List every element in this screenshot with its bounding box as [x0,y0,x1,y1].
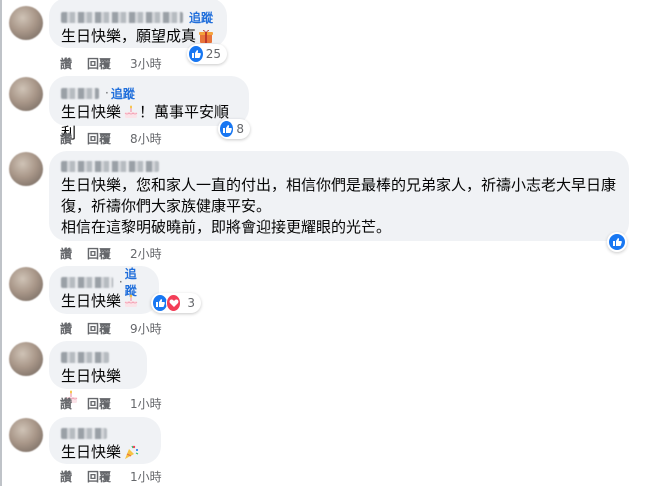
reaction-count: 25 [205,47,221,61]
comment-timestamp[interactable]: 1小時 [130,468,162,485]
love-reaction-icon [165,294,182,312]
author-row: 追蹤 [61,8,215,26]
like-button[interactable]: 讚 [60,130,87,147]
separator-dot: · [118,275,123,289]
comment-text: 生日快樂，願望成真 [61,26,215,47]
comment-bubble: · 追蹤 生日快樂 [49,266,159,314]
comment-bubble: 生日快樂 [49,417,161,464]
comment-bubble: 生日快樂 [49,341,147,403]
comment-bubble: · 追蹤 生日快樂 ！萬事平安順利 [49,76,249,142]
like-button[interactable]: 讚 [60,468,87,485]
comment-actions: 讚 回覆 3小時 [60,55,162,72]
like-reaction-icon [153,295,167,311]
comment-bubble: 生日快樂，您和家人一直的付出，相信你們是最棒的兄弟家人，祈禱小志老大早日康 復，… [49,151,629,241]
follow-link[interactable]: 追蹤 [111,85,135,102]
reply-button[interactable]: 回覆 [87,468,130,485]
comment-timestamp[interactable]: 9小時 [130,320,162,337]
avatar[interactable] [9,152,43,186]
avatar[interactable] [9,418,43,452]
like-button[interactable]: 讚 [60,245,87,262]
reply-button[interactable]: 回覆 [87,395,130,412]
reaction-summary[interactable]: 25 [187,44,227,64]
reply-button[interactable]: 回覆 [87,245,130,262]
comment-actions: 讚 回覆 1小時 [60,395,162,412]
gift-icon [199,29,214,43]
comment-bubble: 追蹤 生日快樂，願望成真 [49,0,227,48]
author-row: · 追蹤 [61,84,237,102]
avatar[interactable] [9,77,43,111]
author-name[interactable] [61,11,183,23]
thread-rule [0,0,2,486]
author-row [61,348,135,366]
cake-icon [124,294,138,307]
like-button[interactable]: 讚 [60,395,87,412]
like-button[interactable]: 讚 [60,55,87,72]
comment-text: 生日快樂 [61,291,147,312]
comment-actions: 讚 回覆 8小時 [60,130,162,147]
separator-dot: · [105,86,109,100]
like-reaction-icon [609,234,625,250]
comment-text: 生日快樂 [61,442,149,463]
comment-timestamp[interactable]: 3小時 [130,55,162,72]
comment-timestamp[interactable]: 8小時 [130,130,162,147]
comment-text-line-2: 復，祈禱你們大家族健康平安。 [61,197,272,215]
reply-button[interactable]: 回覆 [87,320,130,337]
like-button[interactable]: 讚 [60,320,87,337]
comment-timestamp[interactable]: 1小時 [130,395,162,412]
author-name[interactable] [61,351,109,363]
like-reaction-icon [220,121,234,137]
author-name[interactable] [61,160,159,172]
comment-text-line-3: 相信在這黎明破曉前，即將會迎接更耀眼的光芒。 [61,218,392,236]
like-reaction-icon [189,46,203,62]
author-row [61,424,149,442]
comment-actions: 讚 回覆 1小時 [60,468,162,485]
comment-text-line-1: 生日快樂，您和家人一直的付出，相信你們是最棒的兄弟家人，祈禱小志老大早日康 [61,176,617,194]
reply-button[interactable]: 回覆 [87,130,130,147]
party-icon [125,445,139,459]
reaction-summary[interactable]: 8 [218,119,250,139]
cake-icon [124,105,138,118]
reaction-summary[interactable] [607,232,627,252]
author-row: · 追蹤 [61,267,147,298]
comment-actions: 讚 回覆 2小時 [60,245,162,262]
avatar[interactable] [9,342,43,376]
reply-button[interactable]: 回覆 [87,55,130,72]
reaction-count: 8 [236,122,244,136]
reaction-summary[interactable]: 3 [151,293,201,313]
reaction-count: 3 [187,296,195,310]
author-row [61,157,617,175]
avatar[interactable] [9,267,43,301]
comment-actions: 讚 回覆 9小時 [60,320,162,337]
author-name[interactable] [61,87,99,99]
avatar[interactable] [9,6,43,40]
follow-link[interactable]: 追蹤 [189,9,213,26]
author-name[interactable] [61,276,113,288]
comment-timestamp[interactable]: 2小時 [130,245,162,262]
author-name[interactable] [61,427,107,439]
